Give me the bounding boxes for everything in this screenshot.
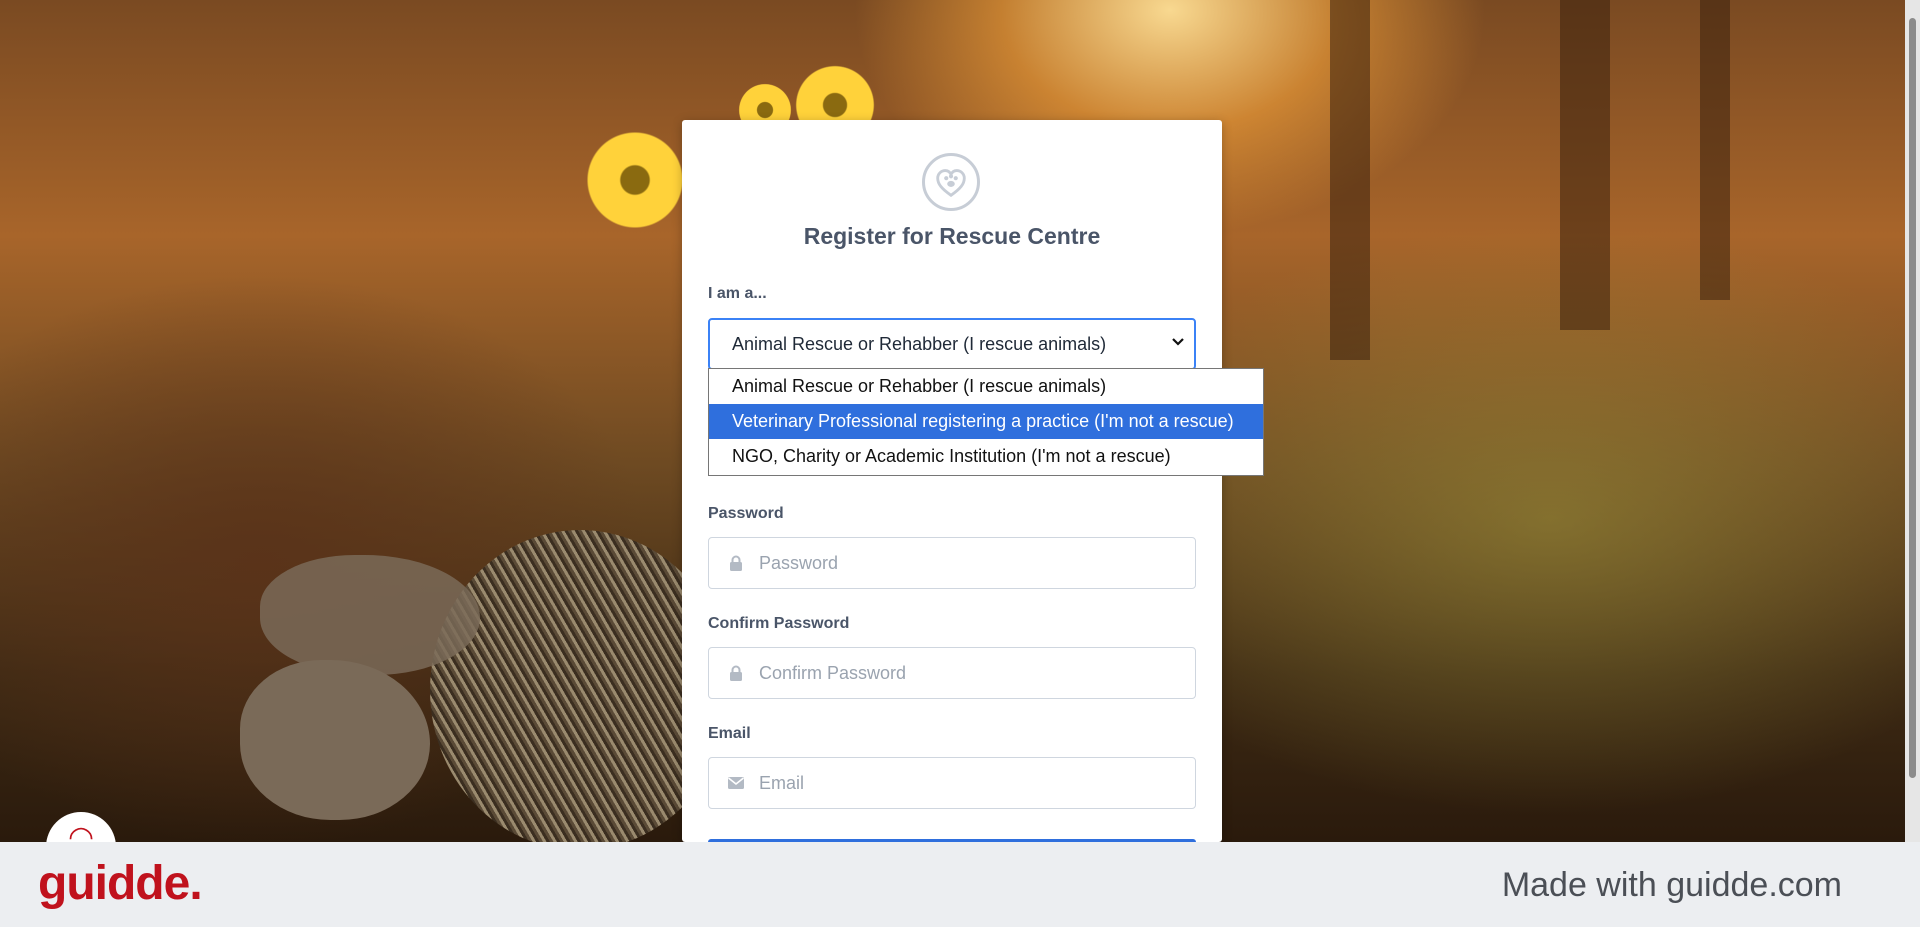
paw-heart-icon	[922, 153, 980, 211]
role-select[interactable]: Animal Rescue or Rehabber (I rescue anim…	[708, 318, 1196, 370]
email-field[interactable]	[708, 757, 1196, 809]
scrollbar-thumb[interactable]	[1909, 18, 1916, 778]
confirm-password-field[interactable]	[708, 647, 1196, 699]
role-dropdown-list[interactable]: Animal Rescue or Rehabber (I rescue anim…	[708, 368, 1264, 476]
page-scrollbar[interactable]	[1905, 0, 1920, 842]
role-select-value: Animal Rescue or Rehabber (I rescue anim…	[732, 333, 1107, 354]
password-input[interactable]	[757, 551, 1181, 575]
chevron-down-icon	[1172, 334, 1184, 351]
role-label: I am a...	[708, 285, 767, 302]
lock-icon	[725, 665, 747, 681]
register-card: Register for Rescue Centre I am a... Ani…	[682, 120, 1222, 842]
confirm-password-label: Confirm Password	[708, 615, 850, 632]
role-option-ngo[interactable]: NGO, Charity or Academic Institution (I'…	[709, 439, 1263, 474]
page-title: Register for Rescue Centre	[803, 223, 1101, 249]
password-label: Password	[708, 505, 784, 522]
footer-bar: guidde. Made with guidde.com	[0, 842, 1920, 927]
email-label: Email	[708, 725, 751, 742]
confirm-password-input[interactable]	[757, 661, 1181, 685]
email-input[interactable]	[757, 771, 1181, 795]
role-option-vet[interactable]: Veterinary Professional registering a pr…	[709, 404, 1263, 439]
role-option-rescue[interactable]: Animal Rescue or Rehabber (I rescue anim…	[709, 369, 1263, 404]
guidde-logo: guidde.	[38, 857, 203, 910]
lock-icon	[725, 555, 747, 571]
envelope-icon	[725, 776, 747, 790]
made-with-text: Made with guidde.com	[1501, 866, 1842, 904]
password-field[interactable]	[708, 537, 1196, 589]
